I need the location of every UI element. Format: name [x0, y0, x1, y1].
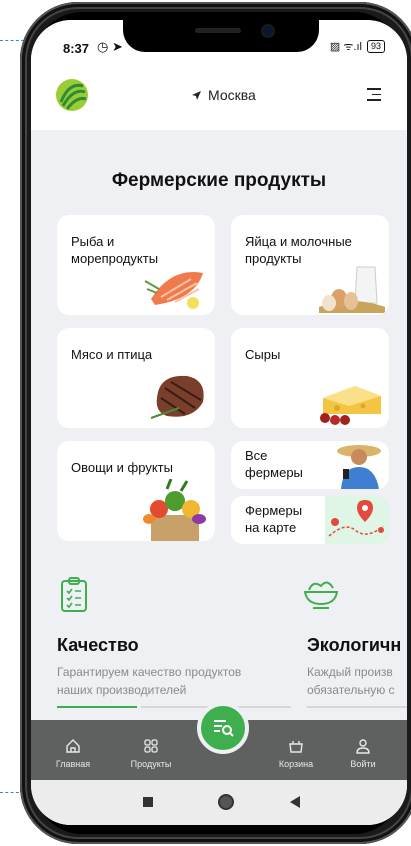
menu-icon[interactable] [367, 88, 381, 102]
back-button[interactable] [289, 795, 301, 809]
map-pin-icon [325, 496, 389, 544]
category-card-vegetables-fruits[interactable]: Овощи и фрукты [57, 441, 215, 541]
battery-icon: 93 [366, 40, 385, 53]
farmer-icon [337, 445, 381, 489]
all-farmers-card[interactable]: Все фермеры [231, 441, 389, 489]
nav-home-label: Главная [55, 759, 91, 769]
app-header: Москва [31, 60, 407, 130]
category-card-meat[interactable]: Мясо и птица [57, 328, 215, 428]
eggs-milk-icon [319, 266, 385, 313]
navigation-arrow-icon [192, 90, 201, 100]
nav-home[interactable]: Главная [53, 738, 93, 769]
feature-desc-line: Каждый произв [307, 665, 393, 679]
cheese-icon [320, 386, 381, 425]
category-label: Фермеры на карте [245, 503, 303, 535]
category-label: Все фермеры [245, 448, 303, 480]
clipboard-checklist-icon [61, 577, 87, 612]
grid-icon [144, 739, 158, 753]
salmon-icon [144, 272, 203, 309]
app-logo-icon[interactable] [55, 78, 89, 112]
front-camera [263, 26, 273, 36]
filter-search-icon [214, 720, 234, 737]
category-label: Овощи и фрукты [71, 460, 173, 475]
status-right: ▨ ᯤ.ıl 93 [330, 39, 385, 54]
feature-desc: Каждый произв обязательную с [307, 663, 395, 699]
catalog-search-button[interactable] [197, 702, 249, 754]
steak-icon [150, 375, 204, 419]
nav-products[interactable]: Продукты [123, 738, 179, 769]
home-icon [66, 739, 80, 753]
status-time: 8:37 [63, 41, 90, 56]
recent-apps-button[interactable] [143, 797, 153, 807]
category-card-cheese[interactable]: Сыры [231, 328, 389, 428]
feature-desc: Гарантируем качество продуктов наших про… [57, 663, 241, 699]
home-button[interactable] [218, 794, 234, 810]
nav-login[interactable]: Войти [341, 738, 385, 769]
category-card-eggs-dairy[interactable]: Яйца и молочные продукты [231, 215, 389, 315]
app-screen: 8:37 ◷ ➤ ▨ ᯤ.ıl 93 Москва Фермерские про… [31, 20, 407, 825]
nav-cart-label: Корзина [278, 759, 314, 769]
feature-title: Качество [57, 635, 139, 655]
location-label: Москва [208, 87, 256, 103]
page-title: Фермерские продукты [111, 170, 327, 191]
basket-icon [289, 741, 303, 753]
location-selector[interactable]: Москва [191, 87, 256, 103]
salad-bowl-icon [303, 581, 339, 609]
carousel-progress-track [307, 706, 407, 708]
category-label: Сыры [245, 347, 281, 362]
feature-desc-line: обязательную с [307, 683, 395, 697]
feature-desc-line: наших производителей [57, 683, 187, 697]
nav-products-label: Продукты [130, 759, 172, 769]
notch [123, 20, 319, 52]
system-nav-bar [31, 780, 407, 825]
user-icon [356, 739, 370, 754]
nav-cart[interactable]: Корзина [271, 738, 321, 769]
vegetables-basket-icon [143, 479, 206, 541]
carousel-progress-active [57, 706, 137, 708]
farmers-map-card[interactable]: Фермеры на карте [231, 496, 389, 544]
signal-icon: ▨ ᯤ.ıl [329, 41, 362, 53]
feature-desc-line: Гарантируем качество продуктов [57, 665, 242, 679]
nav-login-label: Войти [350, 759, 376, 769]
category-label: Мясо и птица [71, 347, 153, 362]
alarm-location-icons: ◷ ➤ [97, 39, 123, 54]
speaker [195, 28, 241, 33]
category-card-fish[interactable]: Рыба и морепродукты [57, 215, 215, 315]
feature-title: Экологичн [307, 635, 402, 655]
